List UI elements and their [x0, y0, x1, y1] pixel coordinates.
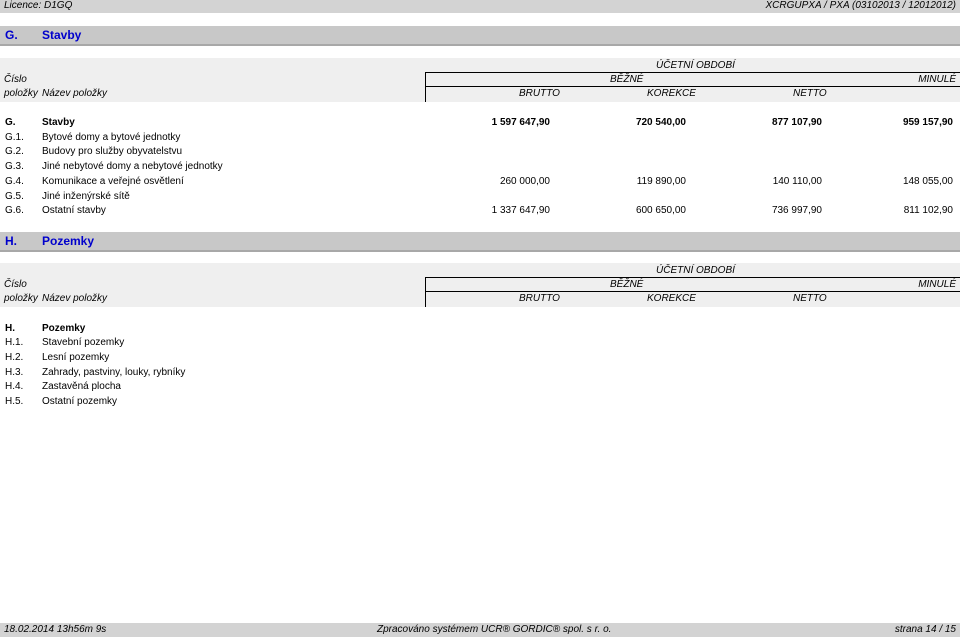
row-korekce: 720 540,00	[635, 117, 686, 128]
row-code: H.2.	[5, 352, 24, 363]
row-name: Bytové domy a bytové jednotky	[42, 132, 181, 143]
row-name: Jiné nebytové domy a nebytové jednotky	[42, 161, 223, 172]
column-header-h: ÚČETNÍ OBDOBÍ Číslo BĚŽNÉ MINULÉ položky…	[0, 263, 960, 307]
header-polozky: položky	[4, 293, 38, 304]
table-row: G.5. Jiné inženýrské sítě	[0, 191, 960, 205]
report-footer-bar: 18.02.2014 13h56m 9s Zpracováno systémem…	[0, 623, 960, 637]
table-row: H. Pozemky	[0, 323, 960, 337]
row-name: Stavební pozemky	[42, 337, 125, 348]
row-code: G.5.	[5, 191, 24, 202]
table-row: H.5. Ostatní pozemky	[0, 396, 960, 410]
section-header-g: G. Stavby	[0, 26, 960, 46]
table-row: H.4. Zastavěná plocha	[0, 381, 960, 395]
section-title: Pozemky	[42, 234, 95, 248]
header-brutto: BRUTTO	[519, 293, 560, 304]
row-name: Budovy pro služby obyvatelstvu	[42, 146, 183, 157]
header-nazev: Název položky	[42, 88, 108, 99]
row-name: Stavby	[42, 117, 75, 128]
row-korekce: 600 650,00	[635, 205, 686, 216]
row-code: H.5.	[5, 396, 24, 407]
section-code: G.	[5, 28, 18, 42]
row-netto: 140 110,00	[772, 176, 822, 187]
report-id: XCRGUPXA / PXA (03102013 / 12012012)	[765, 0, 956, 11]
header-netto: NETTO	[793, 88, 827, 99]
report-header-bar: Licence: D1GQ XCRGUPXA / PXA (03102013 /…	[0, 0, 960, 13]
header-bezne: BĚŽNÉ	[610, 74, 644, 85]
row-name: Pozemky	[42, 323, 86, 334]
table-row: G.6. Ostatní stavby 1 337 647,90 600 650…	[0, 205, 960, 219]
row-name: Zastavěná plocha	[42, 381, 121, 392]
row-name: Lesní pozemky	[42, 352, 110, 363]
header-korekce: KOREKCE	[647, 293, 696, 304]
header-bezne: BĚŽNÉ	[610, 279, 644, 290]
row-code: G.6.	[5, 205, 24, 216]
table-row: H.2. Lesní pozemky	[0, 352, 960, 366]
row-code: G.2.	[5, 146, 24, 157]
row-name: Zahrady, pastviny, louky, rybníky	[42, 367, 186, 378]
table-row: G.4. Komunikace a veřejné osvětlení 260 …	[0, 176, 960, 190]
header-minule: MINULÉ	[918, 279, 956, 290]
row-brutto: 260 000,00	[499, 176, 550, 187]
header-cislo: Číslo	[4, 279, 27, 290]
row-korekce: 119 890,00	[636, 176, 686, 187]
header-korekce: KOREKCE	[647, 88, 696, 99]
row-netto: 877 107,90	[771, 117, 822, 128]
row-code: H.3.	[5, 367, 24, 378]
row-code: G.3.	[5, 161, 24, 172]
row-code: H.4.	[5, 381, 24, 392]
table-row: H.1. Stavební pozemky	[0, 337, 960, 351]
footer-processed-by: Zpracováno systémem UCR® GORDIC® spol. s…	[377, 624, 612, 635]
section-header-h: H. Pozemky	[0, 232, 960, 252]
section-code: H.	[5, 234, 17, 248]
row-name: Komunikace a veřejné osvětlení	[42, 176, 184, 187]
row-minule: 959 157,90	[902, 117, 953, 128]
row-code: G.4.	[5, 176, 24, 187]
row-name: Jiné inženýrské sítě	[42, 191, 130, 202]
row-code: G.	[5, 117, 16, 128]
header-ucetni-obdobi: ÚČETNÍ OBDOBÍ	[656, 60, 735, 71]
header-netto: NETTO	[793, 293, 827, 304]
row-code: G.1.	[5, 132, 24, 143]
licence-label: Licence: D1GQ	[4, 0, 73, 11]
row-minule: 811 102,90	[903, 205, 953, 216]
table-row: G.2. Budovy pro služby obyvatelstvu	[0, 146, 960, 160]
row-brutto: 1 597 647,90	[491, 117, 550, 128]
header-brutto: BRUTTO	[519, 88, 560, 99]
row-name: Ostatní pozemky	[42, 396, 118, 407]
table-row: G. Stavby 1 597 647,90 720 540,00 877 10…	[0, 117, 960, 131]
section-title: Stavby	[42, 28, 82, 42]
header-polozky: položky	[4, 88, 38, 99]
row-code: H.	[5, 323, 15, 334]
table-row: G.3. Jiné nebytové domy a nebytové jedno…	[0, 161, 960, 175]
row-minule: 148 055,00	[902, 176, 953, 187]
header-nazev: Název položky	[42, 293, 108, 304]
column-header-g: ÚČETNÍ OBDOBÍ Číslo BĚŽNÉ MINULÉ položky…	[0, 58, 960, 102]
row-brutto: 1 337 647,90	[491, 205, 550, 216]
footer-page-number: strana 14 / 15	[894, 624, 956, 635]
table-row: H.3. Zahrady, pastviny, louky, rybníky	[0, 367, 960, 381]
header-ucetni-obdobi: ÚČETNÍ OBDOBÍ	[656, 265, 735, 276]
footer-timestamp: 18.02.2014 13h56m 9s	[4, 624, 107, 635]
table-row: G.1. Bytové domy a bytové jednotky	[0, 132, 960, 146]
row-name: Ostatní stavby	[42, 205, 106, 216]
header-minule: MINULÉ	[918, 74, 956, 85]
header-cislo: Číslo	[4, 74, 27, 85]
row-code: H.1.	[5, 337, 24, 348]
row-netto: 736 997,90	[771, 205, 822, 216]
